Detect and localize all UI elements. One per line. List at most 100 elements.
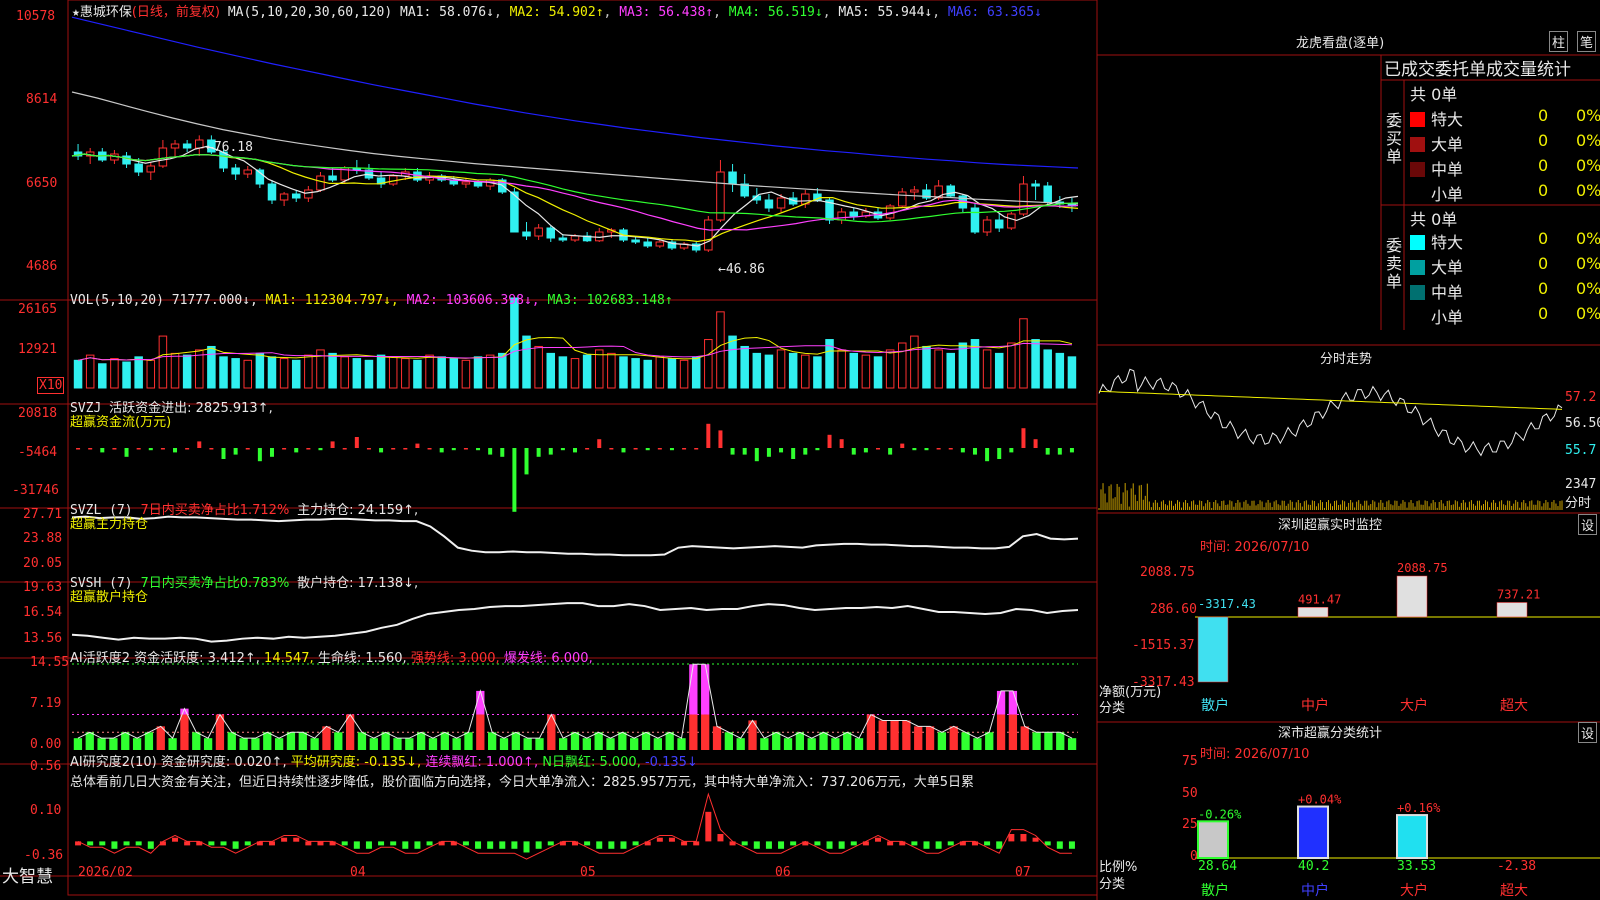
flow-bar — [512, 448, 517, 512]
research-bar — [826, 841, 833, 849]
fenshi-title: 分时走势 — [1320, 352, 1373, 367]
flow-bar — [209, 448, 214, 450]
vol-unit: X10 — [37, 377, 65, 394]
sz-monitor-settings-button[interactable]: 设 — [1578, 514, 1598, 535]
yanjiu-header: AI研究度2(10) 资金研究度: 0.020↑, 平均研究度: -0.135↓… — [70, 751, 698, 770]
flow-bar — [573, 448, 577, 453]
activity-bar — [1008, 714, 1018, 750]
research-bar — [281, 837, 288, 842]
candle — [994, 219, 1004, 229]
flow-bar — [318, 448, 323, 451]
stats-bar — [1396, 814, 1428, 860]
volume-bar — [243, 359, 253, 389]
bar-mode-button[interactable]: 柱 — [1549, 31, 1569, 52]
volume-bar — [1043, 349, 1052, 389]
volume-bar — [849, 352, 859, 389]
volume-bar — [582, 354, 592, 389]
flow-bar — [391, 448, 396, 450]
vol-ytick: 12921 — [18, 342, 58, 357]
monitor-bar — [1297, 607, 1329, 618]
flow-bar — [185, 448, 190, 450]
research-bar — [1032, 837, 1039, 842]
research-bar — [135, 841, 142, 846]
candle — [594, 231, 604, 242]
activity-bar — [641, 732, 651, 750]
flow-bar — [936, 448, 941, 450]
activity-bar — [476, 714, 485, 750]
activity-bar — [559, 738, 568, 750]
flow-bar — [330, 441, 335, 448]
stats-bar — [1297, 805, 1329, 860]
volume-bar — [776, 349, 786, 389]
svsh-value: 散户持仓: 17.138↓, — [297, 576, 419, 591]
ma4-value: MA4: 56.519↓ — [728, 5, 823, 20]
volume-bar — [340, 356, 349, 389]
candle — [1031, 183, 1040, 187]
star-icon[interactable]: ★ — [72, 5, 80, 20]
color-swatch — [1410, 310, 1425, 325]
research-bar — [244, 841, 251, 846]
longhu-subtitle: 已成交委托单成交量统计 — [1384, 60, 1571, 80]
volume-bar — [1031, 339, 1040, 389]
activity-bar — [890, 720, 899, 750]
order-count: 0 — [1538, 229, 1549, 248]
activity-bar — [192, 732, 201, 750]
candle — [182, 143, 192, 149]
volume-bar — [946, 352, 955, 389]
order-type-label: 特大 — [1431, 233, 1464, 252]
yanjiu-value: 资金研究度: 0.020↑, — [160, 755, 287, 770]
volume-bar — [1055, 352, 1065, 389]
volume-bar — [667, 358, 677, 389]
volume-bar — [510, 297, 519, 389]
research-bar — [620, 841, 627, 849]
research-bar — [765, 841, 772, 849]
activity-bar — [724, 732, 734, 750]
activity-bar — [1032, 732, 1041, 750]
candle — [231, 167, 240, 175]
flow-bar — [912, 448, 917, 451]
period-label[interactable]: (日线，前复权) — [132, 5, 220, 20]
order-type-label: 中单 — [1431, 283, 1464, 302]
low-annotation: ←46.86 — [718, 262, 765, 277]
activity-bar — [736, 738, 745, 750]
research-bar — [911, 841, 918, 846]
color-swatch — [1410, 112, 1425, 127]
activity-bar — [334, 732, 343, 750]
color-swatch — [1410, 137, 1425, 152]
volume-bar — [170, 352, 180, 389]
volume-bar — [182, 354, 192, 389]
tick-mode-button[interactable]: 笔 — [1577, 31, 1597, 52]
huoyue-burstline: 爆发线: 6.000, — [503, 651, 593, 666]
activity-bar-burst — [689, 664, 698, 715]
volume-bar — [425, 354, 434, 389]
activity-bar — [499, 738, 509, 750]
candle — [970, 207, 980, 233]
research-bar — [790, 841, 797, 846]
svzj-subtitle: 超赢资金流(万元) — [70, 415, 172, 430]
stock-name[interactable]: 惠城环保 — [80, 5, 132, 20]
sz-stats-settings-button[interactable]: 设 — [1578, 722, 1598, 743]
activity-bar — [73, 738, 83, 750]
xaxis-label: 05 — [580, 865, 596, 880]
huoyue-ytick: 7.19 — [30, 696, 62, 711]
color-swatch — [1410, 285, 1425, 300]
yanjiu-label: AI研究度2(10) — [70, 755, 157, 770]
activity-bar — [180, 714, 189, 750]
stats-change-label: +0.16% — [1397, 801, 1441, 815]
candle — [643, 241, 652, 247]
volume-bar — [1067, 356, 1077, 389]
research-bar — [753, 841, 760, 849]
research-bar — [220, 841, 227, 846]
volume-bar — [122, 361, 131, 389]
ma5-value: MA5: 55.944↓ — [838, 5, 933, 20]
order-percent: 0% — [1576, 106, 1600, 125]
flow-bar — [463, 448, 468, 450]
activity-line — [77, 663, 1073, 740]
stats-change-label: -0.26% — [1198, 807, 1242, 821]
research-bar — [317, 841, 324, 846]
stats-category: 超大 — [1500, 883, 1528, 899]
research-bar — [535, 841, 542, 849]
fenshi-ytick: 57.2 — [1565, 390, 1597, 405]
sz-monitor-ytick: 2088.75 — [1140, 565, 1195, 580]
volume-bar — [146, 359, 156, 389]
